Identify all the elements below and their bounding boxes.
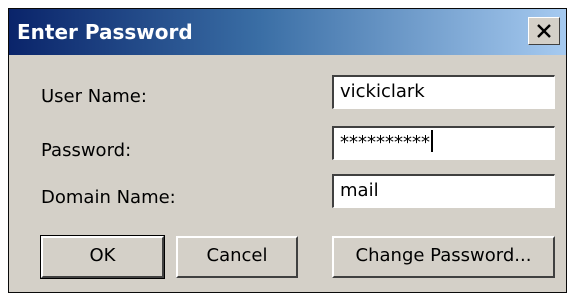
user-name-field[interactable]: vickiclark bbox=[332, 75, 555, 109]
user-name-label: User Name: bbox=[41, 86, 147, 107]
change-password-button[interactable]: Change Password... bbox=[332, 236, 555, 278]
domain-name-value: mail bbox=[340, 180, 379, 201]
text-caret bbox=[431, 130, 433, 152]
password-label: Password: bbox=[41, 140, 132, 161]
user-name-value: vickiclark bbox=[340, 81, 425, 102]
domain-name-label: Domain Name: bbox=[41, 187, 176, 208]
cancel-button[interactable]: Cancel bbox=[176, 236, 298, 278]
dialog-title: Enter Password bbox=[17, 20, 193, 44]
close-button[interactable] bbox=[528, 17, 560, 45]
domain-name-field[interactable]: mail bbox=[332, 174, 555, 208]
close-icon bbox=[537, 24, 551, 38]
ok-button[interactable]: OK bbox=[40, 235, 165, 279]
password-value: ********** bbox=[340, 132, 430, 153]
title-bar[interactable]: Enter Password bbox=[9, 9, 566, 55]
enter-password-dialog: Enter Password User Name: vickiclark Pas… bbox=[8, 8, 567, 293]
password-field[interactable]: ********** bbox=[332, 126, 555, 160]
